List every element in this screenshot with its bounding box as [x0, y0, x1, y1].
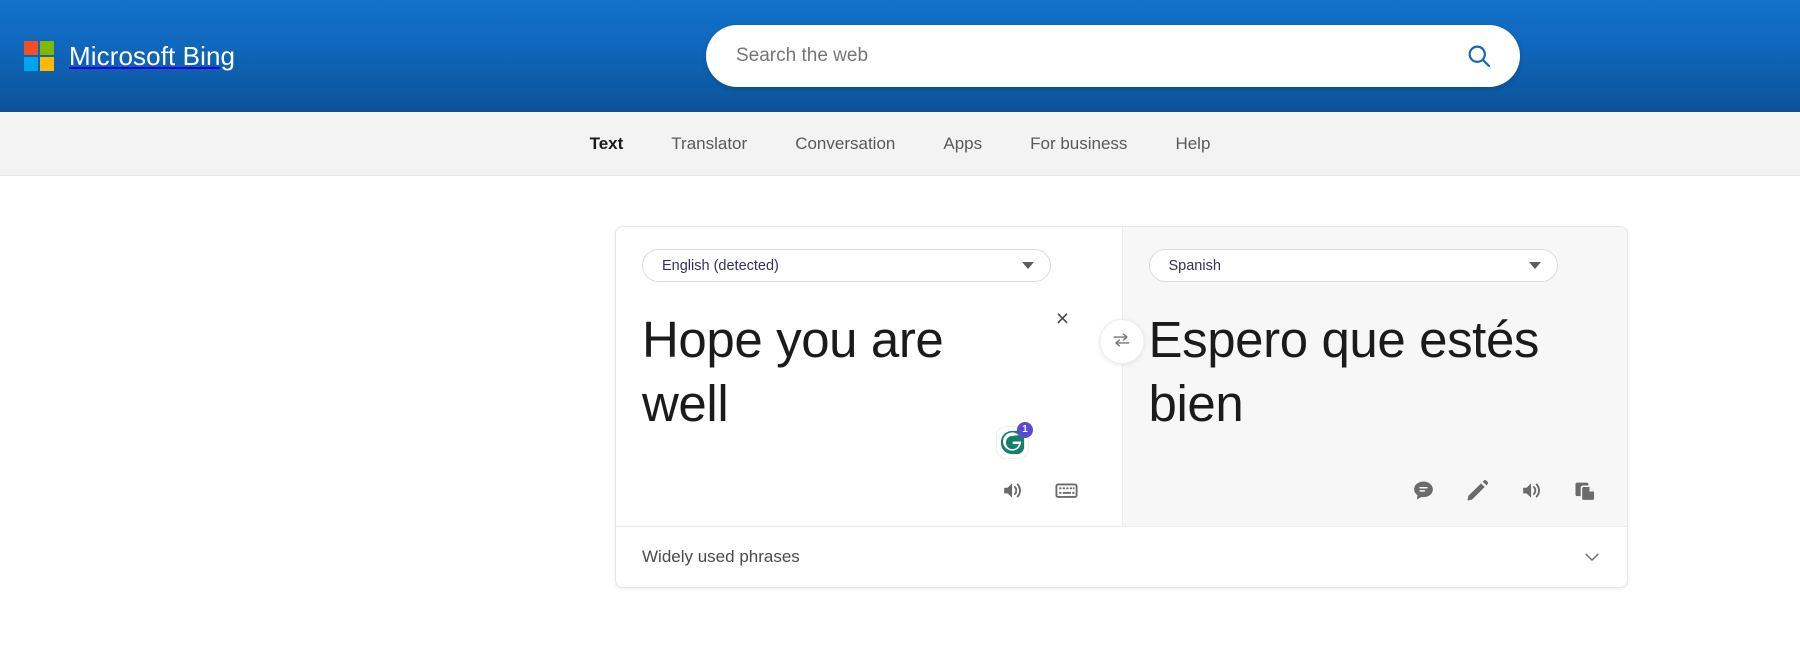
listen-source-button[interactable]: [998, 476, 1026, 504]
tab-apps[interactable]: Apps: [919, 112, 1006, 176]
keyboard-icon: [1054, 478, 1079, 503]
grammarly-icon[interactable]: 1: [995, 422, 1033, 460]
clear-source-button[interactable]: ×: [1050, 305, 1076, 331]
target-panel: Spanish Espero que estés bien: [1121, 227, 1627, 526]
microsoft-logo-icon: [24, 41, 54, 71]
chevron-down-icon: [1022, 262, 1034, 269]
close-icon: ×: [1055, 304, 1070, 331]
feedback-button[interactable]: [1409, 476, 1437, 504]
listen-target-button[interactable]: [1517, 476, 1545, 504]
search-icon: [1465, 42, 1493, 70]
copy-button[interactable]: [1571, 476, 1599, 504]
bing-header: Microsoft Bing: [0, 0, 1800, 112]
source-language-label: English (detected): [662, 257, 779, 274]
chevron-down-icon: [1528, 262, 1541, 269]
search-button[interactable]: [1456, 33, 1502, 79]
keyboard-button[interactable]: [1052, 476, 1080, 504]
nav-items: Text Translator Conversation Apps For bu…: [566, 112, 1235, 176]
source-language-dropdown[interactable]: English (detected): [642, 249, 1051, 282]
speaker-icon: [1000, 478, 1025, 503]
translated-text: Espero que estés bien: [1148, 311, 1540, 433]
main-stage: English (detected) Hope you are well × 1…: [0, 176, 1800, 650]
copy-icon: [1573, 478, 1598, 503]
widely-used-phrases-section[interactable]: Widely used phrases: [616, 526, 1627, 587]
feedback-icon: [1411, 478, 1436, 503]
target-tools: [1409, 476, 1599, 504]
brand-title: Microsoft Bing: [69, 40, 236, 71]
target-language-label: Spanish: [1168, 257, 1221, 274]
source-text[interactable]: Hope you are well: [642, 308, 1022, 437]
grammarly-badge: 1: [1017, 422, 1033, 438]
pencil-icon: [1465, 478, 1490, 503]
tab-for-business[interactable]: For business: [1006, 112, 1151, 176]
tab-help[interactable]: Help: [1151, 112, 1234, 176]
tab-conversation[interactable]: Conversation: [771, 112, 919, 176]
search-input[interactable]: [736, 25, 1456, 87]
speaker-icon: [1519, 478, 1544, 503]
search-bar: [706, 25, 1520, 87]
search-box[interactable]: [706, 25, 1520, 87]
translator-nav: Text Translator Conversation Apps For bu…: [0, 112, 1800, 176]
source-panel: English (detected) Hope you are well × 1: [616, 227, 1122, 526]
chevron-down-icon[interactable]: [1581, 546, 1603, 568]
bing-home-link[interactable]: Microsoft Bing: [24, 31, 235, 81]
tab-text[interactable]: Text: [566, 112, 648, 176]
translator-panels: English (detected) Hope you are well × 1…: [616, 227, 1627, 526]
swap-icon: [1111, 329, 1133, 354]
swap-languages-button[interactable]: [1099, 319, 1144, 364]
widely-used-phrases-label: Widely used phrases: [642, 547, 800, 566]
tab-translator[interactable]: Translator: [647, 112, 771, 176]
target-language-dropdown[interactable]: Spanish: [1148, 249, 1558, 282]
edit-button[interactable]: [1463, 476, 1491, 504]
source-tools: [998, 476, 1080, 504]
translator-card: English (detected) Hope you are well × 1…: [615, 226, 1628, 588]
